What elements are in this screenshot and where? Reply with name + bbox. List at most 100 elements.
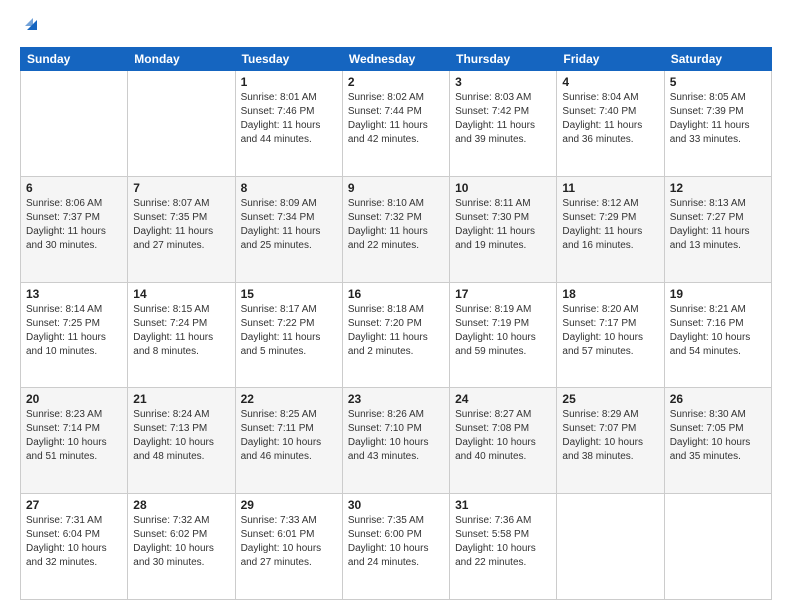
logo	[20, 16, 39, 37]
calendar-week-row: 6 Sunrise: 8:06 AMSunset: 7:37 PMDaylight…	[21, 176, 772, 282]
calendar-cell: 15 Sunrise: 8:17 AMSunset: 7:22 PMDayligh…	[235, 282, 342, 388]
day-number: 31	[455, 498, 551, 512]
column-header-friday: Friday	[557, 48, 664, 71]
day-info: Sunrise: 8:26 AMSunset: 7:10 PMDaylight:…	[348, 408, 444, 464]
day-info: Sunrise: 8:11 AMSunset: 7:30 PMDaylight:…	[455, 197, 551, 253]
day-number: 23	[348, 392, 444, 406]
calendar-cell: 2 Sunrise: 8:02 AMSunset: 7:44 PMDaylight…	[342, 71, 449, 177]
calendar-cell: 16Sunrise: 8:18 AMSunset: 7:20 PMDayligh…	[342, 282, 449, 388]
calendar-cell: 20 Sunrise: 8:23 AMSunset: 7:14 PMDayligh…	[21, 388, 128, 494]
day-info: Sunrise: 8:13 AMSunset: 7:27 PMDaylight:…	[670, 197, 766, 253]
day-info: Sunrise: 7:32 AMSunset: 6:02 PMDaylight:…	[133, 514, 229, 570]
calendar-cell: 27Sunrise: 7:31 AMSunset: 6:04 PMDayligh…	[21, 494, 128, 600]
calendar-week-row: 1 Sunrise: 8:01 AMSunset: 7:46 PMDaylight…	[21, 71, 772, 177]
calendar-cell: 9 Sunrise: 8:10 AMSunset: 7:32 PMDaylight…	[342, 176, 449, 282]
day-info: Sunrise: 8:02 AMSunset: 7:44 PMDaylight:…	[348, 91, 444, 147]
day-info: Sunrise: 8:21 AMSunset: 7:16 PMDaylight:…	[670, 303, 766, 359]
calendar-cell: 29Sunrise: 7:33 AMSunset: 6:01 PMDayligh…	[235, 494, 342, 600]
day-info: Sunrise: 8:14 AMSunset: 7:25 PMDaylight:…	[26, 303, 122, 359]
day-info: Sunrise: 8:25 AMSunset: 7:11 PMDaylight:…	[241, 408, 337, 464]
day-info: Sunrise: 8:06 AMSunset: 7:37 PMDaylight:…	[26, 197, 122, 253]
calendar-cell: 22 Sunrise: 8:25 AMSunset: 7:11 PMDayligh…	[235, 388, 342, 494]
calendar-cell: 14 Sunrise: 8:15 AMSunset: 7:24 PMDayligh…	[128, 282, 235, 388]
day-info: Sunrise: 7:36 AMSunset: 5:58 PMDaylight:…	[455, 514, 551, 570]
calendar-cell: 10 Sunrise: 8:11 AMSunset: 7:30 PMDayligh…	[450, 176, 557, 282]
day-number: 30	[348, 498, 444, 512]
day-number: 16	[348, 287, 444, 301]
calendar-cell: 6 Sunrise: 8:06 AMSunset: 7:37 PMDaylight…	[21, 176, 128, 282]
day-number: 28	[133, 498, 229, 512]
calendar-cell: 24 Sunrise: 8:27 AMSunset: 7:08 PMDayligh…	[450, 388, 557, 494]
calendar-cell: 13 Sunrise: 8:14 AMSunset: 7:25 PMDayligh…	[21, 282, 128, 388]
column-header-thursday: Thursday	[450, 48, 557, 71]
day-number: 27	[26, 498, 122, 512]
calendar-week-row: 27Sunrise: 7:31 AMSunset: 6:04 PMDayligh…	[21, 494, 772, 600]
day-info: Sunrise: 7:35 AMSunset: 6:00 PMDaylight:…	[348, 514, 444, 570]
calendar-cell: 1 Sunrise: 8:01 AMSunset: 7:46 PMDaylight…	[235, 71, 342, 177]
day-number: 12	[670, 181, 766, 195]
day-info: Sunrise: 8:17 AMSunset: 7:22 PMDaylight:…	[241, 303, 337, 359]
day-info: Sunrise: 8:30 AMSunset: 7:05 PMDaylight:…	[670, 408, 766, 464]
day-number: 24	[455, 392, 551, 406]
day-info: Sunrise: 8:24 AMSunset: 7:13 PMDaylight:…	[133, 408, 229, 464]
calendar-cell: 23 Sunrise: 8:26 AMSunset: 7:10 PMDayligh…	[342, 388, 449, 494]
day-number: 20	[26, 392, 122, 406]
calendar-cell: 4Sunrise: 8:04 AMSunset: 7:40 PMDaylight…	[557, 71, 664, 177]
column-header-wednesday: Wednesday	[342, 48, 449, 71]
calendar-header-row: SundayMondayTuesdayWednesdayThursdayFrid…	[21, 48, 772, 71]
calendar-cell	[664, 494, 771, 600]
calendar-cell	[557, 494, 664, 600]
day-info: Sunrise: 8:09 AMSunset: 7:34 PMDaylight:…	[241, 197, 337, 253]
calendar-cell: 11 Sunrise: 8:12 AMSunset: 7:29 PMDayligh…	[557, 176, 664, 282]
day-info: Sunrise: 8:10 AMSunset: 7:32 PMDaylight:…	[348, 197, 444, 253]
day-info: Sunrise: 8:05 AMSunset: 7:39 PMDaylight:…	[670, 91, 766, 147]
calendar-cell: 28 Sunrise: 7:32 AMSunset: 6:02 PMDayligh…	[128, 494, 235, 600]
day-number: 6	[26, 181, 122, 195]
calendar-cell: 25 Sunrise: 8:29 AMSunset: 7:07 PMDayligh…	[557, 388, 664, 494]
calendar-cell: 19 Sunrise: 8:21 AMSunset: 7:16 PMDayligh…	[664, 282, 771, 388]
calendar-cell: 7Sunrise: 8:07 AMSunset: 7:35 PMDaylight…	[128, 176, 235, 282]
calendar-cell: 26 Sunrise: 8:30 AMSunset: 7:05 PMDayligh…	[664, 388, 771, 494]
day-info: Sunrise: 8:04 AMSunset: 7:40 PMDaylight:…	[562, 91, 658, 147]
column-header-tuesday: Tuesday	[235, 48, 342, 71]
day-number: 2	[348, 75, 444, 89]
day-info: Sunrise: 8:01 AMSunset: 7:46 PMDaylight:…	[241, 91, 337, 147]
day-number: 13	[26, 287, 122, 301]
column-header-monday: Monday	[128, 48, 235, 71]
day-info: Sunrise: 8:29 AMSunset: 7:07 PMDaylight:…	[562, 408, 658, 464]
day-number: 10	[455, 181, 551, 195]
day-number: 1	[241, 75, 337, 89]
calendar-cell: 18Sunrise: 8:20 AMSunset: 7:17 PMDayligh…	[557, 282, 664, 388]
day-number: 22	[241, 392, 337, 406]
day-info: Sunrise: 8:19 AMSunset: 7:19 PMDaylight:…	[455, 303, 551, 359]
calendar-cell: 8Sunrise: 8:09 AMSunset: 7:34 PMDaylight…	[235, 176, 342, 282]
day-number: 25	[562, 392, 658, 406]
calendar-week-row: 20 Sunrise: 8:23 AMSunset: 7:14 PMDayligh…	[21, 388, 772, 494]
calendar-cell: 12 Sunrise: 8:13 AMSunset: 7:27 PMDayligh…	[664, 176, 771, 282]
day-number: 11	[562, 181, 658, 195]
calendar-cell: 21Sunrise: 8:24 AMSunset: 7:13 PMDayligh…	[128, 388, 235, 494]
day-info: Sunrise: 8:15 AMSunset: 7:24 PMDaylight:…	[133, 303, 229, 359]
calendar-page: SundayMondayTuesdayWednesdayThursdayFrid…	[0, 0, 792, 612]
day-number: 17	[455, 287, 551, 301]
calendar-cell: 3Sunrise: 8:03 AMSunset: 7:42 PMDaylight…	[450, 71, 557, 177]
day-info: Sunrise: 8:27 AMSunset: 7:08 PMDaylight:…	[455, 408, 551, 464]
day-info: Sunrise: 8:07 AMSunset: 7:35 PMDaylight:…	[133, 197, 229, 253]
day-number: 5	[670, 75, 766, 89]
logo-icon	[23, 16, 39, 32]
day-number: 15	[241, 287, 337, 301]
day-info: Sunrise: 8:12 AMSunset: 7:29 PMDaylight:…	[562, 197, 658, 253]
calendar-cell: 5 Sunrise: 8:05 AMSunset: 7:39 PMDaylight…	[664, 71, 771, 177]
column-header-saturday: Saturday	[664, 48, 771, 71]
calendar-cell: 17 Sunrise: 8:19 AMSunset: 7:19 PMDayligh…	[450, 282, 557, 388]
calendar-table: SundayMondayTuesdayWednesdayThursdayFrid…	[20, 47, 772, 600]
day-number: 3	[455, 75, 551, 89]
day-info: Sunrise: 8:23 AMSunset: 7:14 PMDaylight:…	[26, 408, 122, 464]
calendar-cell	[128, 71, 235, 177]
header	[20, 16, 772, 37]
day-number: 26	[670, 392, 766, 406]
day-number: 14	[133, 287, 229, 301]
calendar-cell: 30 Sunrise: 7:35 AMSunset: 6:00 PMDayligh…	[342, 494, 449, 600]
day-number: 19	[670, 287, 766, 301]
day-number: 9	[348, 181, 444, 195]
